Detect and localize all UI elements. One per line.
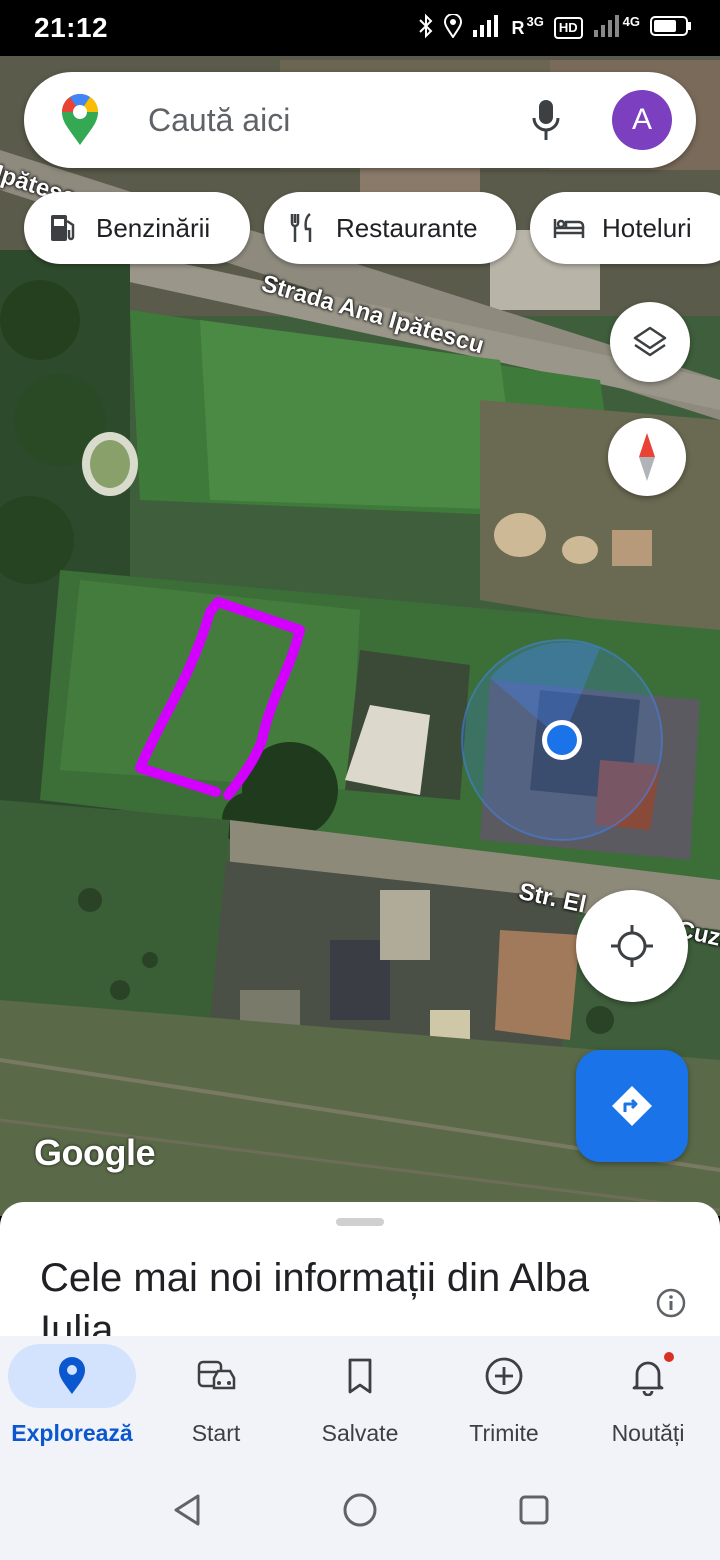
- restaurant-icon: [290, 213, 312, 242]
- search-bar[interactable]: Caută aici A: [24, 72, 696, 168]
- chip-restaurants[interactable]: Restaurante: [264, 192, 516, 264]
- nav-contribute[interactable]: Trimite: [432, 1336, 576, 1460]
- nav-updates[interactable]: Noutăți: [576, 1336, 720, 1460]
- bottom-sheet[interactable]: Cele mai noi informații din Alba Iulia: [0, 1202, 720, 1338]
- sheet-drag-handle[interactable]: [336, 1218, 384, 1226]
- chip-gas-stations[interactable]: Benzinării: [24, 192, 250, 264]
- layers-icon: [633, 326, 667, 357]
- status-bar: 21:12 R 3G HD 4G: [0, 0, 720, 56]
- nav-label: Trimite: [469, 1420, 539, 1446]
- nav-explore[interactable]: Explorează: [0, 1336, 144, 1460]
- bluetooth-icon: [418, 13, 434, 44]
- add-circle-icon: [485, 1357, 523, 1395]
- compass-button[interactable]: [608, 418, 686, 496]
- signal-icon: [472, 14, 502, 43]
- crosshair-icon: [611, 925, 653, 967]
- notification-dot: [664, 1352, 674, 1362]
- layers-button[interactable]: [610, 302, 690, 382]
- bottom-navigation: Explorează Start Salvate Trimite Noutăți: [0, 1336, 720, 1460]
- compass-icon: [639, 433, 655, 481]
- home-icon[interactable]: [340, 1490, 380, 1530]
- google-logo: Google: [34, 1132, 156, 1173]
- bookmark-icon: [348, 1358, 372, 1394]
- hotel-icon: [553, 219, 585, 238]
- chip-label: Restaurante: [336, 212, 478, 243]
- sheet-title: Cele mai noi informații din Alba Iulia: [40, 1256, 590, 1338]
- status-time: 21:12: [34, 12, 109, 43]
- network-4g-label: 4G: [622, 13, 640, 29]
- chip-label: Hoteluri: [602, 212, 692, 243]
- search-input[interactable]: Caută aici: [148, 102, 290, 139]
- microphone-icon[interactable]: [532, 98, 560, 142]
- back-icon[interactable]: [168, 1490, 208, 1530]
- battery-icon: [650, 15, 692, 42]
- my-location-button[interactable]: [576, 890, 688, 1002]
- commute-icon: [197, 1360, 236, 1390]
- network-3g-label: 3G: [526, 13, 544, 29]
- info-icon[interactable]: [656, 1288, 686, 1318]
- account-avatar[interactable]: A: [612, 90, 672, 150]
- recents-icon[interactable]: [514, 1490, 554, 1530]
- chip-hotels[interactable]: Hoteluri: [530, 192, 720, 264]
- status-icons: R 3G HD 4G: [418, 12, 692, 44]
- directions-icon: [612, 1086, 652, 1126]
- location-pin-icon: [59, 1357, 85, 1394]
- directions-button[interactable]: [576, 1050, 688, 1162]
- nav-label: Start: [191, 1420, 241, 1446]
- bell-icon: [632, 1361, 664, 1396]
- location-icon: [443, 12, 462, 43]
- nav-saved[interactable]: Salvate: [288, 1336, 432, 1460]
- nav-label: Noutăți: [611, 1420, 685, 1446]
- roaming-indicator: R: [511, 17, 525, 38]
- fuel-icon: [51, 215, 75, 241]
- system-navigation-bar: [0, 1460, 720, 1560]
- google-maps-pin-icon: [61, 94, 99, 145]
- nav-label: Explorează: [11, 1420, 133, 1446]
- chip-label: Benzinării: [96, 212, 211, 243]
- my-location-marker: [461, 639, 663, 841]
- nav-label: Salvate: [321, 1420, 399, 1446]
- signal-icon-2: [593, 14, 623, 43]
- nav-start[interactable]: Start: [144, 1336, 288, 1460]
- hd-voice-badge: HD: [553, 17, 583, 39]
